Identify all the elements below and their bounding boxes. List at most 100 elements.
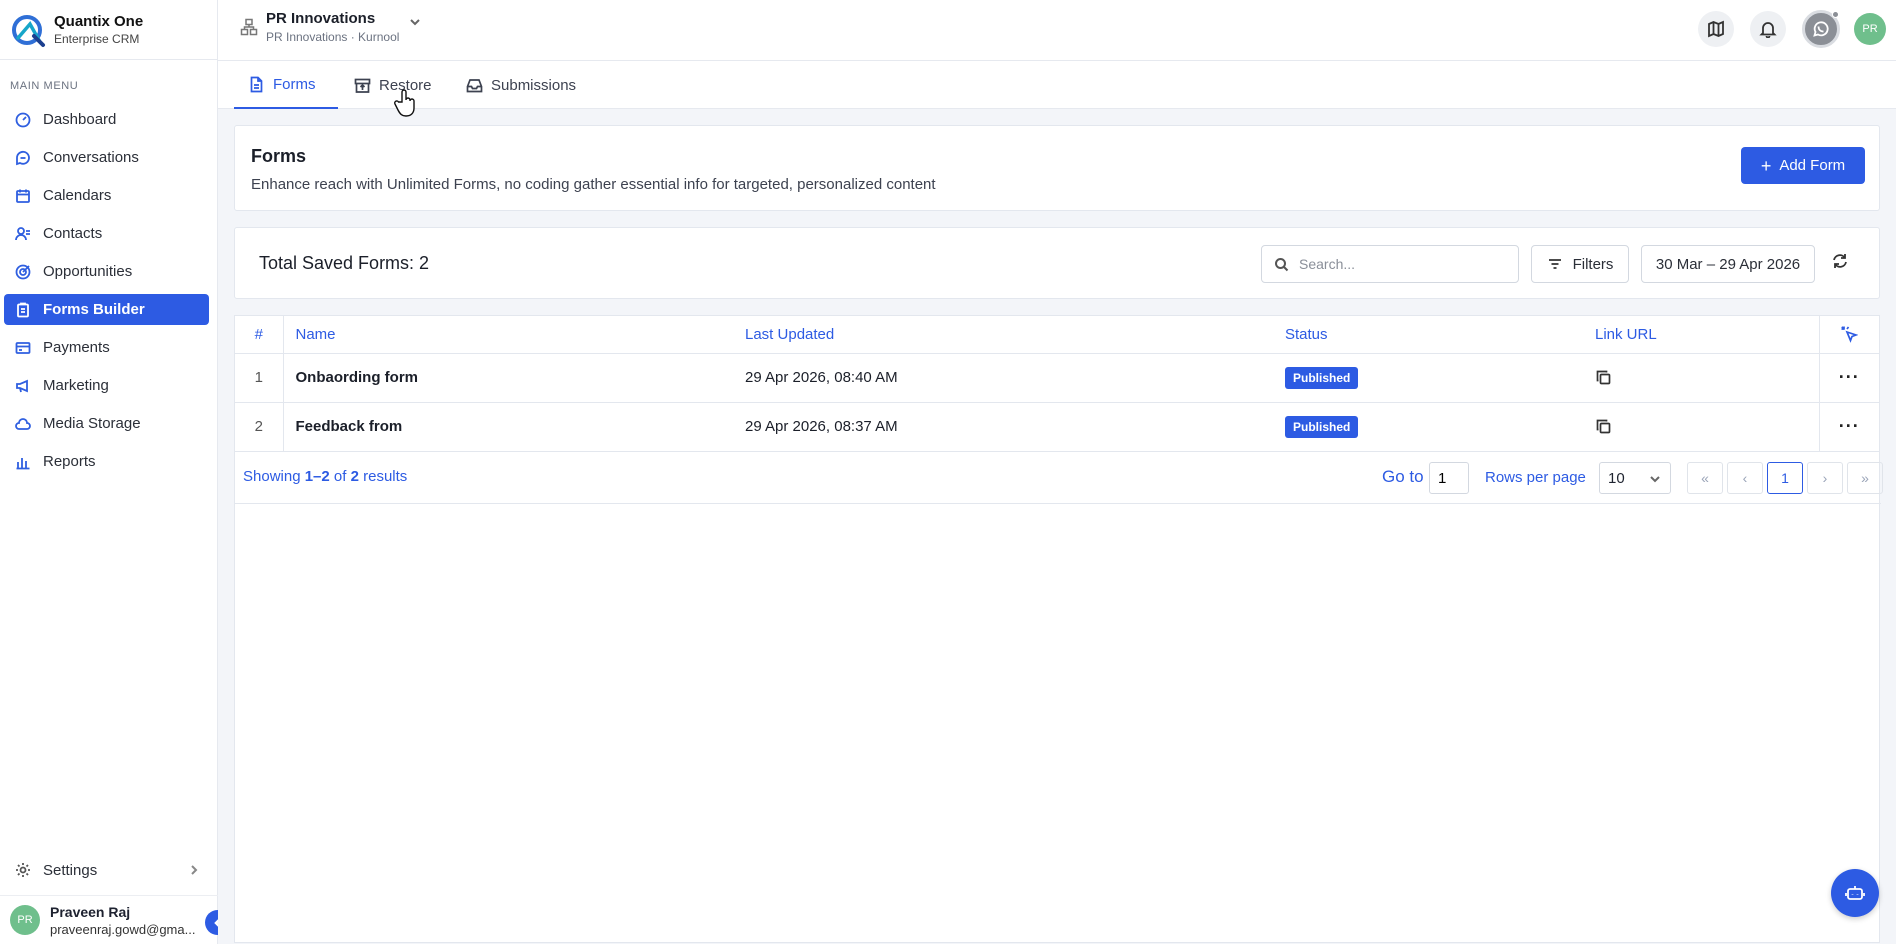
sidebar-item-label: Marketing [43,377,109,394]
results-summary: Showing 1–2 of 2 results [243,468,407,485]
bar-chart-icon [16,457,30,469]
sidebar: Quantix One Enterprise CRM MAIN MENU Das… [0,0,218,944]
sidebar-item-conversations[interactable]: Conversations [4,142,209,173]
page-description: Enhance reach with Unlimited Forms, no c… [251,176,936,193]
add-form-label: Add Form [1779,157,1846,174]
filters-label: Filters [1572,255,1614,273]
hand-cursor-icon [394,89,415,117]
form-name[interactable]: Feedback from [283,402,733,452]
target-icon [15,264,31,279]
robot-icon [1845,886,1865,900]
main-menu-title: MAIN MENU [10,80,79,92]
tab-label: Forms [273,75,316,93]
brand-subtitle: Enterprise CRM [54,32,140,46]
pagination-bar: Showing 1–2 of 2 results Go to Rows per … [235,452,1883,504]
column-header-name[interactable]: Name [283,316,733,354]
form-last-updated: 29 Apr 2026, 08:40 AM [733,353,1273,403]
sidebar-item-contacts[interactable]: Contacts [4,218,209,249]
sidebar-item-label: Conversations [43,149,139,166]
form-name[interactable]: Onbaording form [283,353,733,403]
column-header-number[interactable]: # [235,316,284,354]
avatar[interactable]: PR [1854,13,1886,45]
goto-page-input[interactable] [1429,462,1469,494]
clipboard-icon [17,302,29,317]
status-badge: Published [1285,415,1359,438]
assistant-bot-button[interactable] [1831,869,1879,917]
sidebar-item-reports[interactable]: Reports [4,446,209,477]
gear-icon [16,863,30,877]
sidebar-item-calendars[interactable]: Calendars [4,180,209,211]
search-box[interactable] [1261,245,1519,283]
row-actions: ··· [1818,353,1879,403]
rows-per-page-select[interactable]: 10 [1599,462,1671,494]
refresh-button[interactable] [1831,252,1853,274]
sidebar-item-payments[interactable]: Payments [4,332,209,363]
more-options-icon[interactable]: ··· [1839,367,1860,387]
map-button[interactable] [1698,11,1734,47]
add-form-button[interactable]: + Add Form [1741,147,1865,184]
sidebar-item-media-storage[interactable]: Media Storage [4,408,209,439]
brand-name: Quantix One [54,13,144,30]
form-link-cell [1583,353,1819,403]
table-header-row: # Name Last Updated Status Link URL [235,316,1879,354]
user-email: praveenraj.gowd@gma... [50,921,196,937]
org-name: PR Innovations [266,10,376,27]
column-header-last-updated[interactable]: Last Updated [733,316,1273,354]
forms-toolbar: Total Saved Forms: 2 Filters 30 Mar – 29… [234,227,1880,299]
rows-per-page-value: 10 [1608,469,1625,487]
user-profile[interactable]: PR Praveen Raj praveenraj.gowd@gma... [0,895,218,944]
form-status-cell: Published [1273,402,1583,452]
org-switcher[interactable]: PR Innovations PR Innovations · Kurnool [240,10,421,44]
table-row[interactable]: 1 Onbaording form 29 Apr 2026, 08:40 AM … [235,353,1879,403]
whatsapp-button[interactable] [1802,10,1840,48]
forms-table-card: # Name Last Updated Status Link URL 1 On… [234,315,1883,943]
sidebar-item-dashboard[interactable]: Dashboard [4,104,209,135]
tab-restore[interactable]: Restore [354,61,432,109]
sidebar-item-label: Calendars [43,187,112,204]
search-input[interactable] [1299,256,1499,272]
sidebar-item-settings[interactable]: Settings [4,855,210,885]
sidebar-item-label: Media Storage [43,415,141,432]
date-range-picker[interactable]: 30 Mar – 29 Apr 2026 [1641,245,1815,283]
column-header-status[interactable]: Status [1273,316,1583,354]
table-row[interactable]: 2 Feedback from 29 Apr 2026, 08:37 AM Pu… [235,402,1879,452]
column-header-actions[interactable] [1818,316,1879,354]
notifications-button[interactable] [1750,11,1786,47]
sidebar-item-marketing[interactable]: Marketing [4,370,209,401]
status-badge: Published [1285,366,1359,389]
document-icon [250,76,263,92]
total-saved-forms: Total Saved Forms: 2 [259,253,430,273]
copy-icon[interactable] [1595,418,1612,435]
more-options-icon[interactable]: ··· [1839,416,1860,436]
results-suffix: results [363,468,408,485]
sidebar-item-label: Dashboard [43,111,117,128]
previous-page-button[interactable]: ‹ [1727,462,1763,494]
page-number-button[interactable]: 1 [1767,462,1803,494]
sidebar-item-label: Payments [43,339,110,356]
sidebar-item-label: Contacts [43,225,103,242]
last-page-button[interactable]: » [1847,462,1883,494]
sidebar-item-forms-builder[interactable]: Forms Builder [4,294,209,325]
filters-button[interactable]: Filters [1531,245,1629,283]
plus-icon: + [1760,155,1772,176]
contacts-icon [15,226,30,240]
next-page-button[interactable]: › [1807,462,1843,494]
sidebar-item-label: Forms Builder [43,301,145,318]
form-status-cell: Published [1273,353,1583,403]
chevron-down-icon [410,19,421,26]
row-actions: ··· [1818,402,1879,452]
copy-icon[interactable] [1595,369,1612,386]
sidebar-item-opportunities[interactable]: Opportunities [4,256,209,287]
whatsapp-icon [1813,21,1829,37]
avatar: PR [10,905,40,935]
chat-icon [16,150,30,165]
tab-submissions[interactable]: Submissions [466,61,576,109]
credit-card-icon [15,341,31,354]
chevron-down-icon [1650,476,1660,483]
tab-forms[interactable]: Forms [234,61,338,109]
column-header-link-url[interactable]: Link URL [1583,316,1819,354]
first-page-button[interactable]: « [1687,462,1723,494]
dashboard-icon [15,112,31,127]
brand[interactable]: Quantix One Enterprise CRM [0,0,217,60]
forms-table: # Name Last Updated Status Link URL 1 On… [235,316,1879,452]
